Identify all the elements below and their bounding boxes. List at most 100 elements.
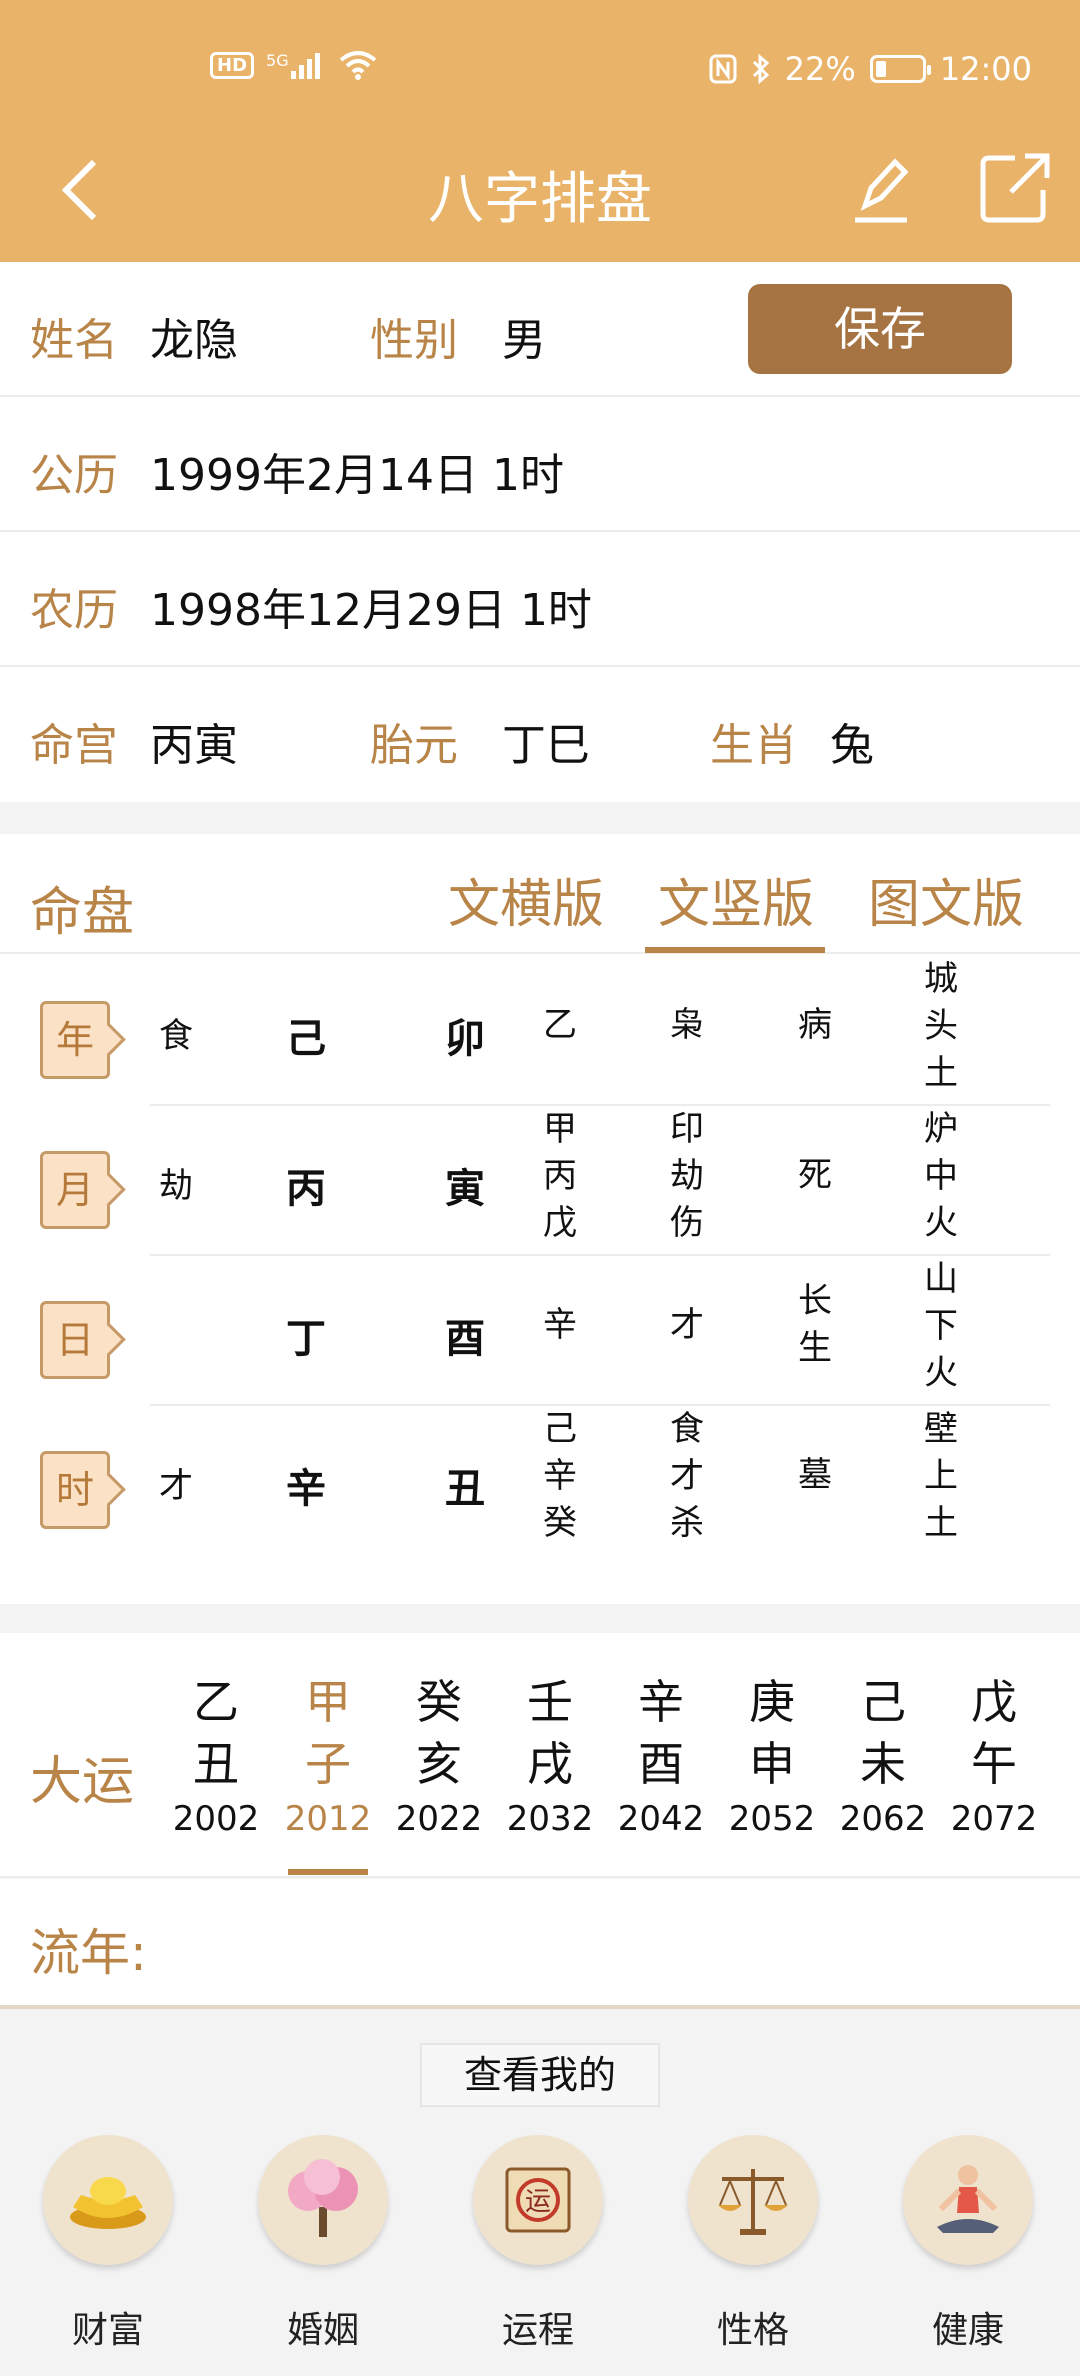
- pillar-tag: 时: [40, 1451, 110, 1529]
- earthly-branch: 酉: [445, 1316, 485, 1362]
- feature-label: 健康: [931, 2310, 1004, 2351]
- tab-illustrated[interactable]: 图文版: [868, 862, 1024, 937]
- battery-icon: [869, 55, 931, 83]
- svg-text:运: 运: [525, 2187, 551, 2217]
- chart-section-title: 命盘: [30, 883, 135, 943]
- life-stage: 长生: [798, 1281, 832, 1368]
- feature-label: 性格: [716, 2310, 789, 2351]
- minggong-label: 命宫: [30, 720, 118, 771]
- pillar-tag: 年: [40, 1001, 110, 1079]
- wifi-icon: [339, 51, 376, 80]
- earthly-branch: 丑: [445, 1466, 485, 1512]
- lunar-date-row[interactable]: 农历 1998年12月29日 1时: [0, 532, 1080, 667]
- pillar-row-year: 年 食 己 卯 乙 枭 病 城头土: [0, 956, 1080, 1106]
- fortune-scroll-icon: 运: [473, 2135, 603, 2265]
- solar-value: 1999年2月14日 1时: [150, 450, 564, 501]
- stem-ten-god: 才: [159, 1466, 193, 1506]
- nayin: 壁上土: [924, 1409, 958, 1543]
- birth-info-card: 姓名 龙隐 性别 男 保存 公历 1999年2月14日 1时 农历 1998年1…: [0, 262, 1080, 802]
- see-mine-button[interactable]: 查看我的: [420, 2043, 660, 2107]
- earthly-branch: 卯: [445, 1016, 485, 1062]
- page-title: 八字排盘: [428, 167, 652, 232]
- bazi-chart-card: 命盘 文横版 文竖版 图文版 年 食 己 卯 乙 枭 病 城头土 月 劫 丙 寅…: [0, 834, 1080, 1604]
- feature-health[interactable]: 健康: [893, 2135, 1043, 2353]
- stem-ten-god: 劫: [159, 1166, 193, 1206]
- feature-marriage[interactable]: 婚姻: [248, 2135, 398, 2353]
- tab-vertical-text[interactable]: 文竖版: [658, 862, 814, 937]
- balance-scale-icon: [688, 2135, 818, 2265]
- dayun-item[interactable]: 庚申 2052: [722, 1671, 822, 1839]
- feature-fortune[interactable]: 运 运程: [463, 2135, 613, 2353]
- feature-label: 财富: [71, 2310, 144, 2351]
- dayun-item[interactable]: 壬戌 2032: [500, 1671, 600, 1839]
- hidden-stems: 甲丙戊: [543, 1109, 577, 1243]
- shengxiao-value: 兔: [830, 720, 874, 771]
- name-value[interactable]: 龙隐: [150, 304, 238, 368]
- earthly-branch: 寅: [445, 1166, 485, 1212]
- minggong-value: 丙寅: [150, 720, 238, 771]
- feature-label: 运程: [501, 2310, 574, 2351]
- yoga-person-icon: [903, 2135, 1033, 2265]
- gender-label: 性别: [370, 315, 458, 366]
- solar-date-row[interactable]: 公历 1999年2月14日 1时: [0, 397, 1080, 532]
- hidden-ten-gods: 才: [670, 1305, 704, 1345]
- dayun-label: 大运: [30, 1752, 135, 1812]
- feature-wealth[interactable]: 财富: [33, 2135, 183, 2353]
- hidden-stems: 己辛癸: [543, 1409, 577, 1543]
- lunar-label: 农历: [30, 585, 118, 636]
- heavenly-stem: 己: [286, 1016, 326, 1062]
- dayun-active-indicator: [288, 1869, 368, 1875]
- hidden-ten-gods: 枭: [670, 1005, 704, 1045]
- solar-label: 公历: [30, 450, 118, 501]
- gender-value[interactable]: 男: [502, 304, 546, 368]
- hidden-ten-gods: 食才杀: [670, 1409, 704, 1543]
- signal-5g-icon: 5G: [266, 51, 327, 79]
- feature-personality[interactable]: 性格: [678, 2135, 828, 2353]
- hidden-stems: 辛: [543, 1305, 577, 1345]
- pillar-row-hour: 时 才 辛 丑 己辛癸 食才杀 墓 壁上土: [0, 1406, 1080, 1556]
- save-button[interactable]: 保存: [748, 284, 1012, 374]
- taiyuan-label: 胎元: [370, 720, 458, 771]
- dayun-item[interactable]: 乙丑 2002: [166, 1671, 266, 1839]
- life-stage: 墓: [798, 1455, 832, 1495]
- name-label: 姓名: [30, 315, 118, 366]
- dayun-item[interactable]: 辛酉 2042: [611, 1671, 711, 1839]
- life-stage: 病: [798, 1005, 832, 1045]
- blossom-tree-icon: [258, 2135, 388, 2265]
- nayin: 山下火: [924, 1259, 958, 1393]
- edit-icon[interactable]: [845, 148, 915, 228]
- active-tab-indicator: [645, 947, 825, 953]
- pillar-row-day: 日 丁 酉 辛 才 长生 山下火: [0, 1256, 1080, 1406]
- app-header: HD 5G 22% 12:00 八字排盘: [0, 0, 1080, 262]
- gold-ingot-icon: [43, 2135, 173, 2265]
- shengxiao-label: 生肖: [710, 720, 798, 771]
- heavenly-stem: 丁: [286, 1316, 326, 1362]
- extra-info-row: 命宫 丙寅 胎元 丁巳 生肖 兔: [0, 667, 1080, 802]
- dayun-item[interactable]: 己未 2062: [833, 1671, 933, 1839]
- heavenly-stem: 丙: [286, 1166, 326, 1212]
- pillar-row-month: 月 劫 丙 寅 甲丙戊 印劫伤 死 炉中火: [0, 1106, 1080, 1256]
- bluetooth-icon: [752, 54, 769, 84]
- chart-tabs: 命盘 文横版 文竖版 图文版: [0, 834, 1080, 954]
- pillar-tag: 月: [40, 1151, 110, 1229]
- dayun-item[interactable]: 戊午 2072: [944, 1671, 1044, 1839]
- life-stage: 死: [798, 1155, 832, 1195]
- nayin: 炉中火: [924, 1109, 958, 1243]
- hidden-stems: 乙: [543, 1005, 577, 1045]
- share-icon[interactable]: [975, 148, 1055, 228]
- tab-horizontal-text[interactable]: 文横版: [448, 862, 604, 937]
- dayun-item-active[interactable]: 甲子 2012: [278, 1671, 378, 1839]
- hd-icon: HD: [210, 51, 255, 79]
- pillar-tag: 日: [40, 1301, 110, 1379]
- dayun-section: 大运 乙丑 2002 甲子 2012 癸亥 2022 壬戌 2032 辛酉 2042 庚申…: [0, 1633, 1080, 1878]
- taiyuan-value: 丁巳: [502, 720, 590, 771]
- feature-label: 婚姻: [286, 2310, 359, 2351]
- stem-ten-god: 食: [159, 1016, 193, 1056]
- nayin: 城头土: [924, 959, 958, 1093]
- nfc-icon: [709, 54, 737, 84]
- liunian-label: 流年:: [30, 1924, 147, 1982]
- bottom-panel: 查看我的 财富 婚姻 运 运程 性格 健康: [0, 2013, 1080, 2376]
- dayun-item[interactable]: 癸亥 2022: [389, 1671, 489, 1839]
- lunar-value: 1998年12月29日 1时: [150, 585, 592, 636]
- status-bar: HD 5G 22% 12:00: [0, 44, 1080, 94]
